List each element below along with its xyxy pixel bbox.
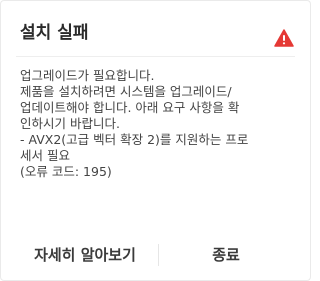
dialog-footer: 자세히 알아보기 종료 — [0, 238, 311, 274]
error-code: (오류 코드: 195) — [20, 164, 112, 179]
close-button[interactable]: 종료 — [160, 238, 292, 272]
dialog-header: 설치 실패 — [0, 0, 311, 56]
dialog-message: 업그레이드가 필요합니다. 제품을 설치하려면 시스템을 업그레이드/ 업데이트… — [20, 68, 304, 180]
warning-triangle-icon — [274, 29, 294, 47]
message-line: 업데이트해야 합니다. 아래 요구 사항을 확 — [20, 100, 240, 115]
header-divider — [16, 56, 295, 57]
message-line: 업그레이드가 필요합니다. — [20, 68, 155, 83]
dialog-title: 설치 실패 — [20, 23, 89, 43]
message-line: 인하시기 바랍니다. — [20, 116, 120, 131]
install-failure-dialog: 설치 실패 업그레이드가 필요합니다. 제품을 설치하려면 시스템을 업그레이드… — [0, 0, 311, 281]
footer-divider — [158, 244, 159, 266]
learn-more-button[interactable]: 자세히 알아보기 — [12, 238, 158, 272]
message-line: 제품을 설치하려면 시스템을 업그레이드/ — [20, 84, 232, 99]
message-line: 세서 필요 — [20, 148, 70, 163]
message-line: - AVX2(고급 벡터 확장 2)를 지원하는 프로 — [20, 132, 249, 147]
